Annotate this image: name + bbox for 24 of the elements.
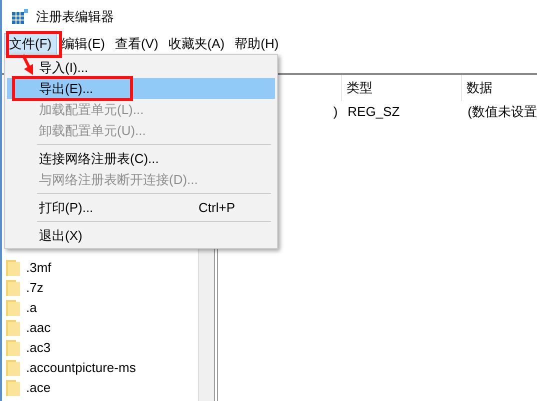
table-cell-text: (数值未设置 [466, 103, 537, 122]
column-header[interactable]: 数据 [462, 75, 537, 101]
menu-option[interactable]: 导出(E)... [7, 78, 275, 99]
tree-item[interactable]: .aac [26, 318, 51, 338]
menu-item[interactable]: 帮助(H) [230, 33, 284, 55]
menu-item[interactable]: 收藏夹(A) [163, 33, 230, 55]
tree-item[interactable]: .ace [26, 378, 51, 398]
window-title: 注册表编辑器 [36, 8, 114, 26]
menu-option[interactable]: 打印(P)... Ctrl+P [7, 197, 275, 218]
menu-option[interactable]: 连接网络注册表(C)... [7, 148, 275, 169]
column-header[interactable]: 类型 [342, 75, 462, 101]
table-cell-text: REG_SZ [346, 103, 401, 122]
table-cell-text: ) [332, 103, 339, 122]
menu-option[interactable]: 导入(I)... [7, 57, 275, 78]
tree-item[interactable]: .accountpicture-ms [26, 358, 136, 378]
option-label: 打印(P)... [39, 198, 94, 217]
shortcut-label: Ctrl+P [198, 198, 235, 217]
tree-item[interactable]: .7z [26, 278, 44, 298]
menu-item[interactable]: 编辑(E) [56, 33, 110, 55]
menu-item[interactable]: 查看(V) [110, 33, 164, 55]
tree-item[interactable]: .a [26, 298, 37, 318]
tree-item[interactable]: .ac3 [26, 338, 51, 358]
tree-item[interactable]: .3mf [26, 258, 52, 278]
menu-option[interactable]: 退出(X) [7, 225, 275, 246]
